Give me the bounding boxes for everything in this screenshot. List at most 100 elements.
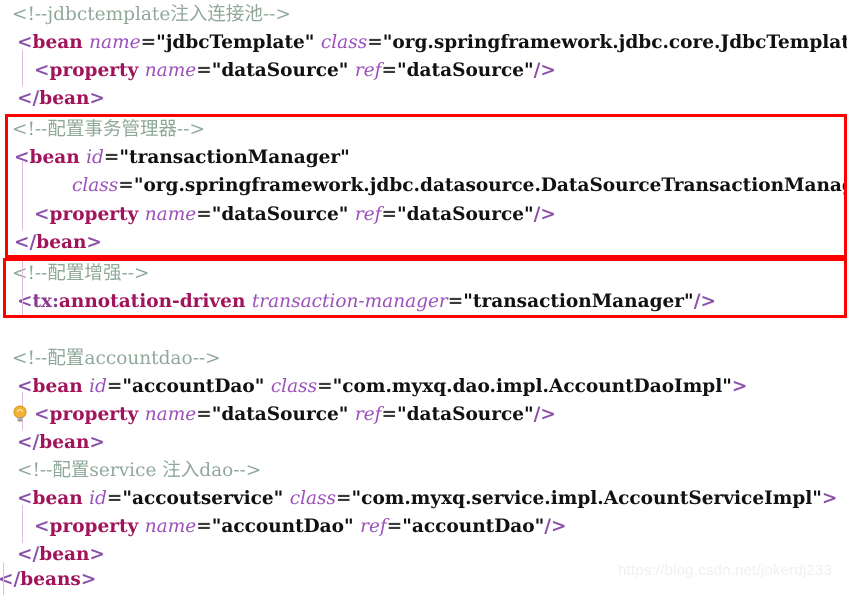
- code-token-val: "accountDao": [211, 516, 354, 537]
- code-line[interactable]: <property name="dataSource" ref="dataSou…: [0, 401, 847, 429]
- indent-guide: [22, 260, 23, 316]
- code-token-br: <: [34, 516, 50, 537]
- code-line[interactable]: </bean>: [0, 229, 847, 257]
- code-screenshot: <!--jdbctemplate注入连接池--> <bean name="jdbc…: [0, 0, 847, 595]
- code-token-eq: =: [381, 404, 397, 425]
- code-token-tag: bean: [39, 88, 90, 109]
- code-token-attr: ref: [354, 60, 382, 81]
- xml-code-editor[interactable]: <!--jdbctemplate注入连接池--> <bean name="jdbc…: [0, 0, 847, 595]
- code-token-cmt: <!--配置accountdao-->: [12, 348, 221, 369]
- code-token-br: />: [693, 291, 716, 312]
- code-token-attr: id: [86, 147, 104, 168]
- code-token-br: />: [533, 60, 556, 81]
- code-line[interactable]: <!--配置accountdao-->: [0, 345, 847, 373]
- code-token-val: "dataSource": [396, 60, 534, 81]
- code-token-val: "transactionManager": [463, 291, 694, 312]
- code-token-br: >: [731, 376, 748, 397]
- code-line[interactable]: <!--配置service 注入dao-->: [0, 457, 847, 485]
- lightbulb-icon[interactable]: [12, 404, 28, 424]
- code-line[interactable]: class="org.springframework.jdbc.datasour…: [0, 172, 847, 200]
- code-line[interactable]: </bean>: [0, 85, 847, 113]
- code-token-eq: =: [106, 376, 123, 397]
- code-token-val: "com.myxq.service.impl.AccountServiceImp…: [351, 488, 822, 509]
- code-line[interactable]: <bean id="accoutservice" class="com.myxq…: [0, 485, 847, 513]
- code-token-val: "dataSource": [211, 204, 349, 225]
- code-token-eq: =: [196, 204, 212, 225]
- code-token-eq: =: [447, 291, 464, 312]
- code-token-eq: =: [381, 60, 397, 81]
- code-token-val: "transactionManager": [119, 147, 350, 168]
- code-token-tag: bean: [32, 376, 83, 397]
- code-token-br: </: [17, 544, 40, 565]
- code-token-eq: =: [317, 376, 333, 397]
- code-token-br: >: [89, 432, 105, 453]
- code-token-cmt: <!--jdbctemplate注入连接池-->: [12, 4, 291, 25]
- indent-guide: [22, 160, 23, 230]
- code-line[interactable]: <tx:annotation-driven transaction-manage…: [0, 288, 847, 316]
- code-line[interactable]: <!--jdbctemplate注入连接池-->: [0, 1, 847, 29]
- code-token-br: >: [80, 569, 97, 590]
- indent-guide: [22, 50, 23, 86]
- code-token-br: />: [533, 404, 556, 425]
- code-token-br: >: [89, 88, 105, 109]
- code-token-br: </: [14, 232, 37, 253]
- indent-guide: [3, 562, 4, 595]
- code-token-tag: property: [49, 60, 139, 81]
- code-token-br: >: [821, 488, 838, 509]
- code-token-tag: annotation-driven: [58, 291, 246, 312]
- code-token-val: "jdbcTemplate": [156, 32, 315, 53]
- code-token-tag: property: [49, 204, 139, 225]
- indent-guide: [22, 505, 23, 543]
- code-token-val: "accountDao": [122, 376, 265, 397]
- code-line[interactable]: <property name="accountDao" ref="account…: [0, 513, 847, 541]
- code-token-val: "dataSource": [396, 204, 534, 225]
- code-token-attr: id: [89, 376, 107, 397]
- code-token-br: <: [17, 291, 33, 312]
- code-token-val: "dataSource": [211, 404, 349, 425]
- code-token-eq: =: [196, 516, 212, 537]
- code-token-tag: bean: [32, 488, 83, 509]
- code-token-tag: bean: [29, 147, 80, 168]
- code-token-br: <: [17, 488, 33, 509]
- code-line[interactable]: </bean>: [0, 429, 847, 457]
- code-token-val: "dataSource": [211, 60, 349, 81]
- code-token-br: >: [89, 544, 105, 565]
- code-token-attr: name: [89, 32, 141, 53]
- code-token-br: <: [34, 60, 50, 81]
- code-token-eq: =: [381, 204, 397, 225]
- code-token-attr: class: [289, 488, 337, 509]
- code-token-tag: bean: [39, 432, 90, 453]
- code-token-cmt: <!--配置service 注入dao-->: [17, 460, 262, 481]
- code-token-ns: tx:: [32, 291, 59, 312]
- code-line[interactable]: <bean id="transactionManager": [0, 144, 847, 172]
- code-token-tag: property: [49, 404, 139, 425]
- code-token-attr: id: [89, 488, 107, 509]
- code-token-eq: =: [386, 516, 403, 537]
- code-token-cmt: <!--配置增强-->: [12, 263, 150, 284]
- code-token-cmt: <!--配置事务管理器-->: [12, 119, 205, 140]
- code-token-tag: bean: [36, 232, 87, 253]
- code-line[interactable]: <property name="dataSource" ref="dataSou…: [0, 57, 847, 85]
- code-token-attr: ref: [354, 204, 382, 225]
- code-line[interactable]: <property name="dataSource" ref="dataSou…: [0, 201, 847, 229]
- code-line[interactable]: <bean name="jdbcTemplate" class="org.spr…: [0, 29, 847, 57]
- code-token-attr: ref: [354, 404, 382, 425]
- code-token-br: <: [34, 404, 50, 425]
- code-token-attr: name: [144, 204, 197, 225]
- code-token-tag: beans: [20, 569, 81, 590]
- code-token-br: <: [34, 204, 50, 225]
- code-token-val: "org.springframework.jdbc.datasource.Dat…: [133, 175, 847, 196]
- code-token-br: />: [533, 204, 556, 225]
- code-line[interactable]: <bean id="accountDao" class="com.myxq.da…: [0, 373, 847, 401]
- code-token-val: "dataSource": [396, 404, 534, 425]
- code-token-br: <: [17, 376, 33, 397]
- code-token-tag: bean: [39, 544, 90, 565]
- code-token-br: </: [17, 88, 40, 109]
- code-token-br: />: [544, 516, 567, 537]
- code-token-attr: name: [144, 60, 197, 81]
- code-token-attr: class: [72, 175, 119, 196]
- code-token-eq: =: [336, 488, 352, 509]
- code-line[interactable]: <!--配置增强-->: [0, 260, 847, 288]
- code-token-attr: class: [320, 32, 368, 53]
- code-line[interactable]: <!--配置事务管理器-->: [0, 116, 847, 144]
